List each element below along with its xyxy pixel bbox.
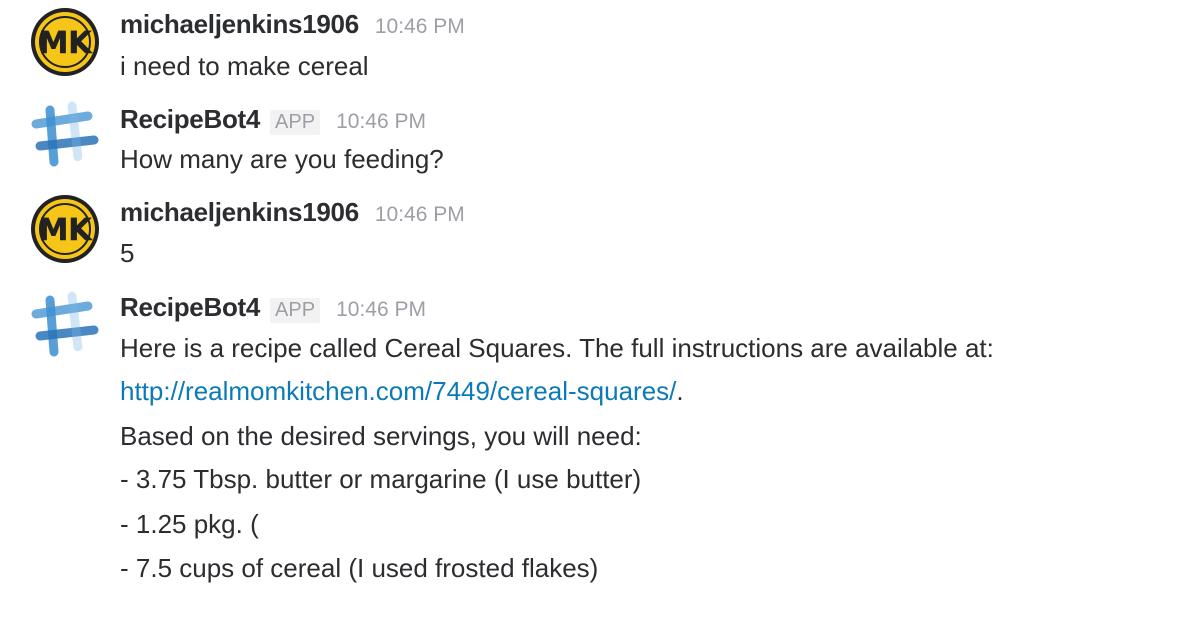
timestamp[interactable]: 10:46 PM xyxy=(375,15,465,39)
recipebot-hashtag-avatar-icon[interactable] xyxy=(28,98,102,172)
author-name[interactable]: michaeljenkins1906 xyxy=(120,9,359,40)
message-text: 5 xyxy=(120,238,135,268)
ingredient-item: - 3.75 Tbsp. butter or margarine (I use … xyxy=(120,464,642,494)
app-badge: APP xyxy=(270,298,321,323)
ingredient-item: - 1.25 pkg. ( xyxy=(120,509,259,539)
author-name[interactable]: michaeljenkins1906 xyxy=(120,197,359,228)
timestamp[interactable]: 10:46 PM xyxy=(375,203,465,227)
author-name[interactable]: RecipeBot4 xyxy=(120,292,260,323)
timestamp[interactable]: 10:46 PM xyxy=(336,110,426,134)
link-suffix: . xyxy=(676,376,684,406)
author-name[interactable]: RecipeBot4 xyxy=(120,104,260,135)
message-header: RecipeBot4 APP 10:46 PM xyxy=(120,292,426,323)
svg-text:MK: MK xyxy=(38,26,93,61)
ingredient-item: - 7.5 cups of cereal (I used frosted fla… xyxy=(120,553,599,583)
message-text: How many are you feeding? xyxy=(120,144,444,174)
message-header: michaeljenkins1906 10:46 PM xyxy=(120,197,465,228)
mk-logo-avatar-icon[interactable]: MK xyxy=(28,192,102,266)
link-line: http://realmomkitchen.com/7449/cereal-sq… xyxy=(120,376,684,407)
message-text-servings: Based on the desired servings, you will … xyxy=(120,421,642,451)
message-header: RecipeBot4 APP 10:46 PM xyxy=(120,104,426,135)
app-badge: APP xyxy=(270,110,321,135)
timestamp[interactable]: 10:46 PM xyxy=(336,298,426,322)
message-header: michaeljenkins1906 10:46 PM xyxy=(120,9,465,40)
message-text: i need to make cereal xyxy=(120,51,369,81)
recipe-link[interactable]: http://realmomkitchen.com/7449/cereal-sq… xyxy=(120,376,676,406)
message-text-intro: Here is a recipe called Cereal Squares. … xyxy=(120,333,994,363)
recipebot-hashtag-avatar-icon[interactable] xyxy=(28,288,102,362)
mk-logo-avatar-icon[interactable]: MK xyxy=(28,5,102,79)
svg-text:MK: MK xyxy=(38,213,93,248)
